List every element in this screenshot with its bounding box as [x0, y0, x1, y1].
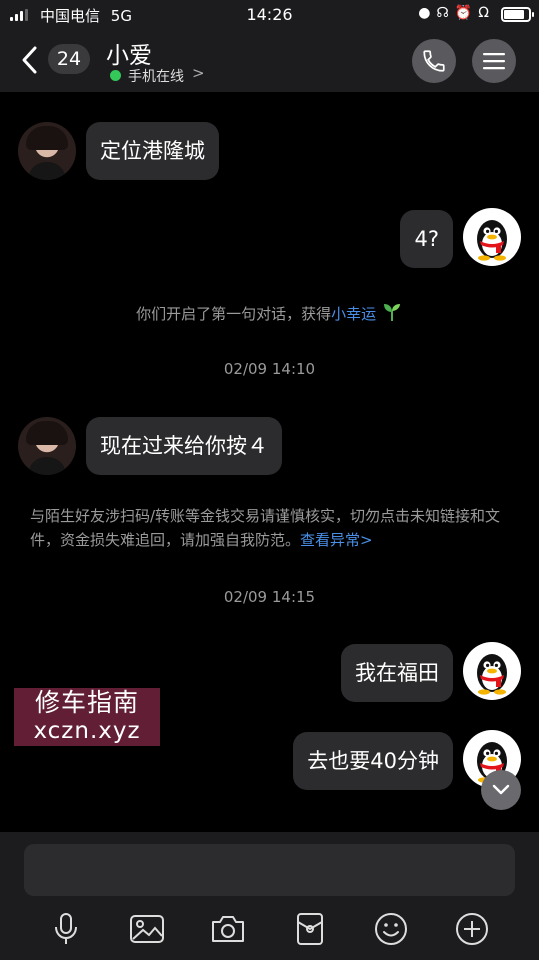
- message-input[interactable]: [24, 844, 515, 896]
- image-button[interactable]: [128, 910, 166, 948]
- safety-warning: 与陌生好友涉扫码/转账等金钱交易请谨慎核实，切勿点击未知链接和文件，资金损失难追…: [30, 504, 520, 552]
- sprout-icon: [383, 304, 400, 321]
- chevron-left-icon: [22, 46, 37, 74]
- red-packet-button[interactable]: [291, 910, 329, 948]
- self-avatar[interactable]: [463, 642, 521, 700]
- scroll-to-bottom-button[interactable]: [481, 770, 521, 810]
- message-bubble-outgoing[interactable]: 去也要40分钟: [293, 732, 453, 790]
- alarm-icon: ⏰: [454, 5, 473, 21]
- timestamp: 02/09 14:10: [223, 360, 316, 378]
- battery-level: [504, 10, 524, 19]
- menu-button[interactable]: [472, 39, 516, 83]
- voice-button[interactable]: [47, 910, 85, 948]
- plus-icon: [456, 913, 488, 945]
- contact-name[interactable]: 小爱: [106, 36, 152, 70]
- unread-count-badge[interactable]: 24: [48, 44, 90, 74]
- penguin-avatar-icon: [477, 654, 507, 695]
- watermark-title: 修车指南: [34, 688, 139, 717]
- image-icon: [130, 915, 164, 943]
- back-button[interactable]: [16, 44, 46, 76]
- orientation-lock-icon: ☊: [436, 5, 449, 21]
- microphone-icon: [55, 913, 77, 944]
- watermark: 修车指南 xczn.xyz: [14, 688, 160, 746]
- warning-text: 与陌生好友涉扫码/转账等金钱交易请谨慎核实，切勿点击未知链接和文件，资金损失难追…: [30, 507, 501, 549]
- status-bar: 中国电信 5G 14:26 ● ☊ ⏰ Ω: [0, 0, 539, 30]
- battery-icon: [501, 7, 534, 22]
- chevron-down-icon: [492, 784, 510, 795]
- penguin-avatar-icon: [477, 220, 507, 261]
- emoji-button[interactable]: [372, 910, 410, 948]
- person-icon: ●: [418, 5, 431, 21]
- online-status-label[interactable]: 手机在线: [128, 66, 184, 86]
- headphones-icon: Ω: [478, 5, 489, 21]
- online-status-dot: [110, 70, 121, 81]
- emoji-icon: [375, 913, 407, 945]
- message-bubble-incoming[interactable]: 定位港隆城: [86, 122, 219, 180]
- phone-icon: [423, 50, 445, 72]
- watermark-url: xczn.xyz: [33, 718, 141, 744]
- timestamp: 02/09 14:15: [223, 588, 316, 606]
- more-button[interactable]: [453, 910, 491, 948]
- status-icons: ● ☊ ⏰ Ω: [418, 5, 489, 21]
- call-button[interactable]: [412, 39, 456, 83]
- contact-avatar[interactable]: [18, 417, 76, 475]
- chat-header: 24 小爱 手机在线 >: [0, 30, 539, 92]
- message-bubble-incoming[interactable]: 现在过来给你按４: [86, 417, 282, 475]
- contact-avatar[interactable]: [18, 122, 76, 180]
- camera-button[interactable]: [209, 910, 247, 948]
- view-abnormal-link[interactable]: 查看异常>: [300, 531, 373, 549]
- hamburger-menu-icon: [483, 53, 505, 70]
- system-message: 你们开启了第一句对话，获得小幸运: [0, 302, 539, 324]
- lucky-link[interactable]: 小幸运: [331, 305, 376, 323]
- red-packet-icon: [297, 913, 323, 945]
- chevron-right-icon[interactable]: >: [192, 64, 205, 82]
- system-message-text: 你们开启了第一句对话，获得: [136, 305, 332, 323]
- message-bubble-outgoing[interactable]: 我在福田: [341, 644, 453, 702]
- input-bar: [0, 832, 539, 960]
- message-bubble-outgoing[interactable]: 4?: [400, 210, 453, 268]
- chat-message-list[interactable]: 定位港隆城 4? 你们开启了第一句对话，获得小幸运 02/09 14:10 现在…: [0, 92, 539, 832]
- camera-icon: [212, 916, 244, 942]
- self-avatar[interactable]: [463, 208, 521, 266]
